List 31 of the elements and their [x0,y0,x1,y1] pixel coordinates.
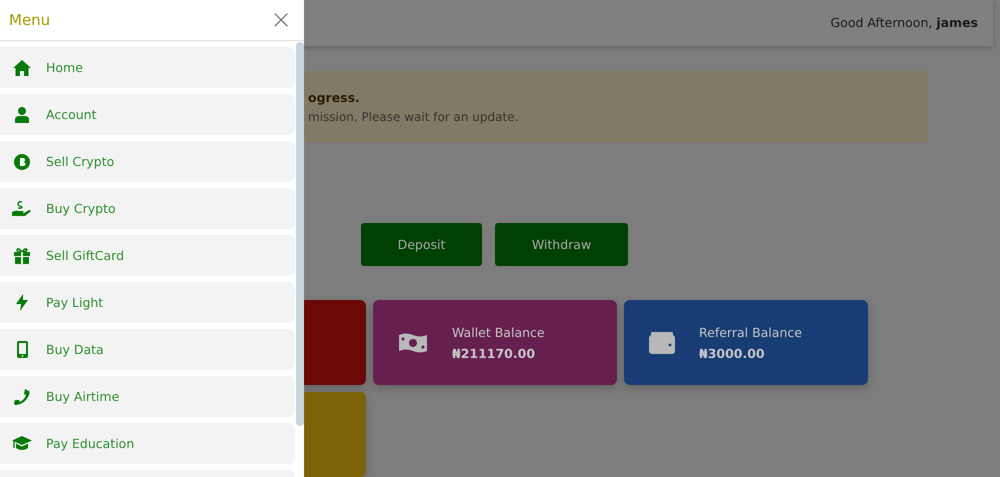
menu-item[interactable]: Account [0,94,295,135]
hand-money-icon [12,200,32,217]
wallet-icon [649,332,675,354]
balance-label: Referral Balance [699,324,802,340]
balance-label: Wallet Balance [452,324,545,340]
deposit-button[interactable]: Deposit [361,223,482,266]
home-icon [13,60,31,76]
menu-item[interactable]: Sell Crypto [0,141,295,182]
coin-icon [14,154,30,170]
balance-amount: ₦3000.00 [699,346,766,360]
withdraw-button[interactable]: Withdraw [495,223,628,266]
user-icon [15,106,29,122]
phone-icon [14,388,30,404]
menu-item[interactable]: Buy Crypto [0,188,295,229]
menu-item[interactable]: Sell GiftCard [0,235,295,276]
menu-item[interactable]: Pay Education [0,423,295,464]
cash-icon [398,330,428,354]
graduation-cap-icon [12,436,32,451]
alert-message: mission. Please wait for an update. [308,110,520,124]
mobile-phone-icon [16,341,28,358]
close-button[interactable]: × [268,7,294,33]
gift-icon [14,248,30,264]
lightning-icon [16,294,28,311]
greeting-text: Good Afternoon, james [830,15,978,30]
menu-item[interactable]: Buy Airtime [0,376,295,417]
menu-item[interactable]: Home [0,47,295,88]
menu-item[interactable]: Buy Data [0,329,295,370]
menu-title: Menu [9,11,50,29]
balance-amount: ₦211170.00 [452,346,536,360]
menu-item[interactable]: Pay Light [0,282,295,323]
alert-title: ogress. [308,90,361,105]
